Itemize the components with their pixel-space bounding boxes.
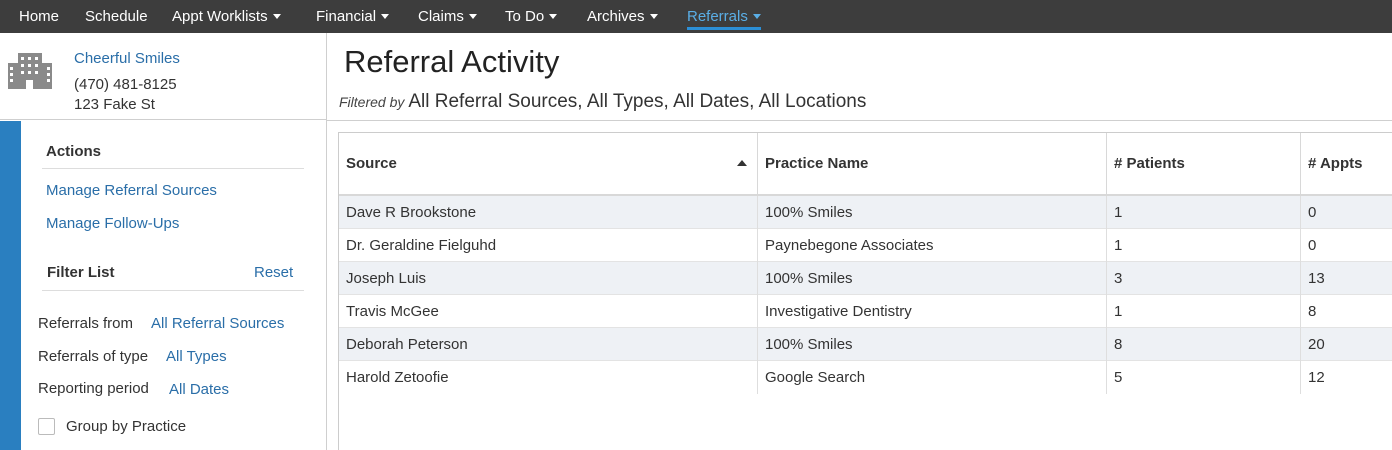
filter-summary: Filtered by All Referral Sources, All Typ… [339,91,866,113]
cell-practice: 100% Smiles [758,328,1107,361]
cell-appts: 0 [1308,204,1317,221]
practice-header: Cheerful Smiles (470) 481-8125 123 Fake … [0,33,326,120]
cell-source: Dave R Brookstone [339,196,758,229]
cell-source: Joseph Luis [339,262,758,295]
page-title: Referral Activity [344,44,560,79]
cell-patients: 1 [1107,229,1301,262]
table-row[interactable]: Deborah Peterson 100% Smiles 8 20 [339,328,1392,361]
cell-appts: 0 [1308,237,1317,254]
nav-appt-worklists-label: Appt Worklists [172,8,268,25]
reporting-period-selector[interactable]: All Dates [169,381,229,398]
referrals-from-label: Referrals from [38,315,134,332]
referrals-type-selector[interactable]: All Types [166,348,227,365]
table-row[interactable]: Travis McGee Investigative Dentistry 1 8 [339,295,1392,328]
cell-source: Dr. Geraldine Fielguhd [339,229,758,262]
panel-divider [326,33,327,450]
column-header-patients[interactable]: # Patients [1107,133,1301,195]
building-icon [8,53,52,89]
table-row[interactable]: Dave R Brookstone 100% Smiles 1 0 [339,196,1392,229]
cell-practice: Google Search [758,361,1107,394]
nav-schedule-label: Schedule [85,8,148,25]
actions-divider [42,168,304,169]
cell-patients: 1 [1107,295,1301,328]
nav-appt-worklists[interactable]: Appt Worklists [172,0,281,33]
cell-practice: Paynebegone Associates [758,229,1107,262]
chevron-down-icon [752,14,761,19]
referrals-from-selector[interactable]: All Referral Sources [151,315,284,332]
cell-appts: 8 [1308,303,1317,320]
nav-to-do-label: To Do [505,8,545,25]
cell-source: Travis McGee [339,295,758,328]
chevron-down-icon [549,14,558,19]
referrals-type-label: Referrals of type [38,348,149,365]
practice-address: 123 Fake St [74,96,155,113]
top-nav: Home Schedule Appt Worklists Financial C… [0,0,1392,33]
manage-follow-ups-link[interactable]: Manage Follow-Ups [46,215,179,232]
practice-name-link[interactable]: Cheerful Smiles [74,50,180,67]
nav-claims-label: Claims [418,8,464,25]
filtered-by-label: Filtered by [339,94,405,110]
filter-divider [42,290,304,291]
filtered-by-value: All Referral Sources, All Types, All Dat… [408,91,867,112]
nav-financial-label: Financial [316,8,377,25]
header-divider [327,120,1392,121]
column-header-practice-name[interactable]: Practice Name [758,133,1107,195]
sidebar-accent-bar [0,121,21,450]
referral-table: Source Practice Name # Patients # Appts … [338,132,1392,450]
cell-source: Harold Zetoofie [339,361,758,394]
group-by-practice-label[interactable]: Group by Practice [66,418,186,435]
filter-list-title: Filter List [47,264,115,281]
reset-filters-link[interactable]: Reset [254,264,293,281]
cell-practice: Investigative Dentistry [758,295,1107,328]
reporting-period-label: Reporting period [38,380,149,397]
practice-phone: (470) 481-8125 [74,76,177,93]
column-header-appts[interactable]: # Appts [1301,133,1392,195]
table-row[interactable]: Joseph Luis 100% Smiles 3 13 [339,262,1392,295]
column-header-practice-name-label: Practice Name [765,155,869,172]
cell-appts: 13 [1308,270,1325,287]
column-header-source-label: Source [346,155,397,172]
cell-patients: 5 [1107,361,1301,394]
nav-home-label: Home [19,8,60,25]
chevron-down-icon [468,14,477,19]
chevron-down-icon [272,14,281,19]
nav-archives-label: Archives [587,8,645,25]
nav-referrals[interactable]: Referrals [687,0,761,33]
cell-source: Deborah Peterson [339,328,758,361]
nav-schedule[interactable]: Schedule [85,0,148,33]
cell-patients: 8 [1107,328,1301,361]
column-header-source[interactable]: Source [339,133,758,195]
nav-financial[interactable]: Financial [316,0,390,33]
column-header-patients-label: # Patients [1114,155,1185,172]
cell-practice: 100% Smiles [758,196,1107,229]
chevron-down-icon [649,14,658,19]
sort-ascending-icon[interactable] [737,160,747,166]
table-row[interactable]: Dr. Geraldine Fielguhd Paynebegone Assoc… [339,229,1392,262]
cell-practice: 100% Smiles [758,262,1107,295]
cell-patients: 3 [1107,262,1301,295]
cell-patients: 1 [1107,196,1301,229]
nav-claims[interactable]: Claims [418,0,477,33]
column-header-appts-label: # Appts [1308,155,1363,172]
nav-to-do[interactable]: To Do [505,0,558,33]
nav-archives[interactable]: Archives [587,0,658,33]
cell-appts: 20 [1308,336,1325,353]
group-by-practice-checkbox[interactable] [38,418,55,435]
cell-appts: 12 [1308,369,1325,386]
chevron-down-icon [381,14,390,19]
actions-title: Actions [46,143,102,160]
table-row[interactable]: Harold Zetoofie Google Search 5 12 [339,361,1392,394]
nav-home[interactable]: Home [19,0,59,33]
nav-referrals-label: Referrals [687,8,748,25]
manage-referral-sources-link[interactable]: Manage Referral Sources [46,182,217,199]
